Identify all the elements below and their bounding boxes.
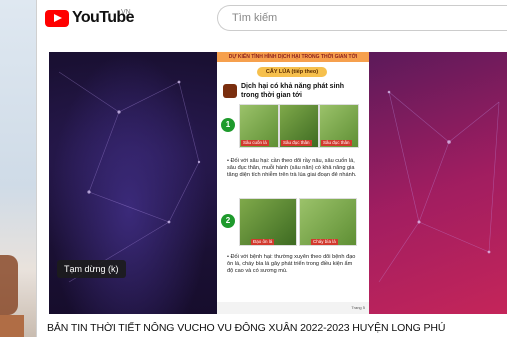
slide-page: Trang 5 <box>351 305 365 310</box>
step-2-badge: 2 <box>221 214 235 228</box>
slide-footer: Trang 5 <box>217 302 369 314</box>
slide-header: DỰ KIẾN TÌNH HÌNH DỊCH HẠI TRONG THỜI GI… <box>217 52 369 62</box>
video-title[interactable]: BẢN TIN THỜI TIẾT NÔNG VUCHO VU ĐÔNG XUÂ… <box>47 322 507 334</box>
photo-label: Đạo ôn lá <box>251 239 275 245</box>
background-photo <box>0 0 36 337</box>
video-player[interactable]: DỰ KIẾN TÌNH HÌNH DỊCH HẠI TRONG THỜI GI… <box>49 52 507 314</box>
slide-subtitle: CÂY LÚA (tiếp theo) <box>257 67 327 77</box>
pause-tooltip: Tạm dừng (k) <box>57 260 126 278</box>
youtube-play-icon <box>45 9 69 27</box>
slide-bullet: • Đối với sâu hại: cần theo dõi rầy nâu,… <box>227 158 357 178</box>
slide-title: Dịch hại có khả năng phát sinh trong thờ… <box>241 83 345 99</box>
background-object <box>0 315 24 337</box>
browser-window: YouTube VN Tìm kiếm DỰ KIẾN TÌNH HÌNH DỊ… <box>36 0 507 337</box>
photo-label: Sâu cuốn lá <box>241 140 269 146</box>
youtube-header: YouTube VN Tìm kiếm <box>37 0 507 38</box>
step-1-badge: 1 <box>221 118 235 132</box>
photo-label: Sâu đục thân <box>321 140 352 146</box>
photo-label: Cháy bìa lá <box>311 239 338 245</box>
slide-bullet: • Đối với bệnh hại: thường xuyên theo dõ… <box>227 254 356 274</box>
presentation-slide: DỰ KIẾN TÌNH HÌNH DỊCH HẠI TRONG THỜI GI… <box>217 52 369 314</box>
search-input[interactable]: Tìm kiếm <box>217 5 507 31</box>
pest-icon <box>223 84 237 98</box>
youtube-logo[interactable]: YouTube VN <box>45 9 134 27</box>
photo-label: Sâu đục thân <box>281 140 312 146</box>
region-code: VN <box>121 9 131 16</box>
background-object <box>0 255 18 315</box>
